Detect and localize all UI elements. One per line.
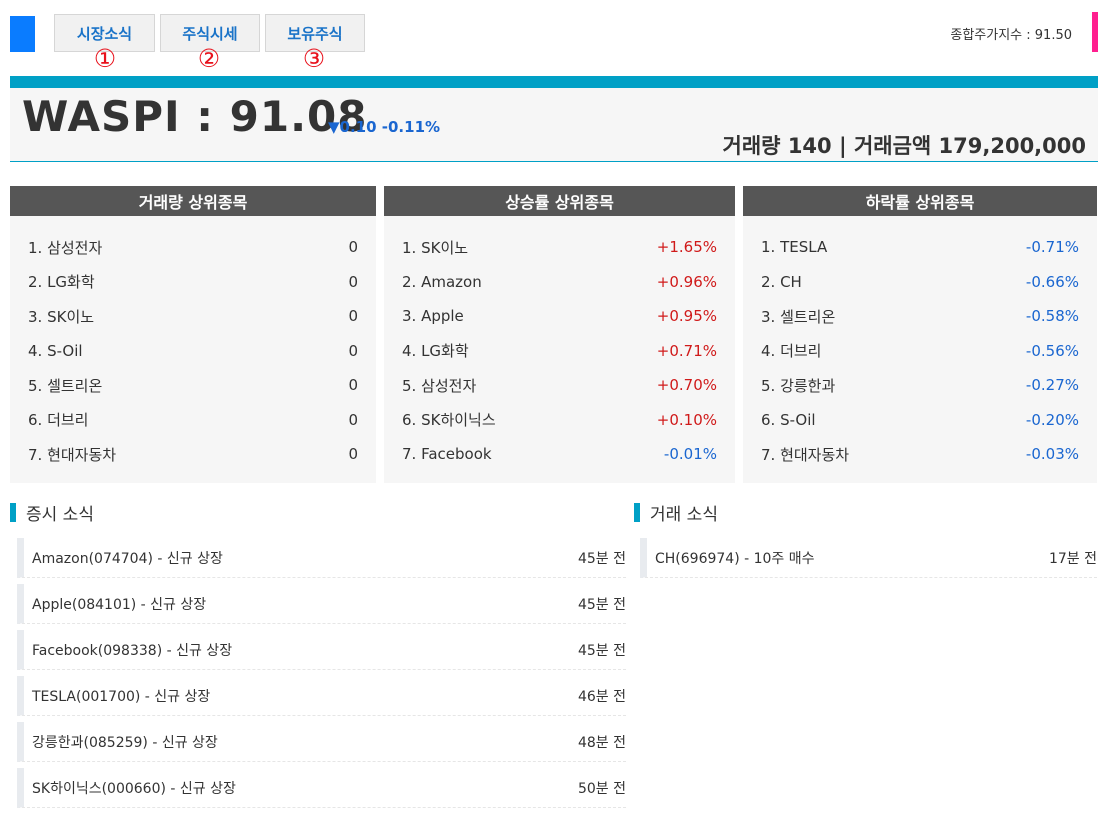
waspi-change: ▼0.10 -0.11% <box>328 118 441 136</box>
list-item[interactable]: 7. Facebook -0.01% <box>402 437 717 472</box>
tab-number-1: ① <box>93 44 117 73</box>
waspi-value: WASPI : 91.08 <box>22 92 368 141</box>
section-mark <box>634 503 640 522</box>
list-item[interactable]: 1. TESLA -0.71% <box>761 230 1079 265</box>
list-item[interactable]: 2. LG화학 0 <box>28 265 358 300</box>
list-item[interactable]: Facebook(098338) - 신규 상장 45분 전 <box>17 630 626 670</box>
list-item[interactable]: 7. 현대자동차 0 <box>28 437 358 472</box>
list-item[interactable]: 4. LG화학 +0.71% <box>402 334 717 369</box>
list-item[interactable]: 6. 더브리 0 <box>28 403 358 438</box>
composite-index: 종합주가지수 : 91.50 <box>950 28 1072 43</box>
list-item[interactable]: 4. S-Oil 0 <box>28 334 358 369</box>
list-item[interactable]: 5. 강릉한과 -0.27% <box>761 368 1079 403</box>
tab-number-3: ③ <box>302 44 326 73</box>
list-item[interactable]: Apple(084101) - 신규 상장 45분 전 <box>17 584 626 624</box>
list-item[interactable]: Amazon(074704) - 신규 상장 45분 전 <box>17 538 626 578</box>
market-news-title: 증시 소식 <box>10 500 94 525</box>
list-item[interactable]: 4. 더브리 -0.56% <box>761 334 1079 369</box>
trade-news-list: CH(696974) - 10주 매수 17분 전 <box>640 538 1097 584</box>
index-summary: WASPI : 91.08 ▼0.10 -0.11% 거래량 140 | 거래금… <box>10 88 1098 162</box>
list-item[interactable]: 1. 삼성전자 0 <box>28 230 358 265</box>
list-item[interactable]: 6. S-Oil -0.20% <box>761 403 1079 438</box>
list-item[interactable]: SK하이닉스(000660) - 신규 상장 50분 전 <box>17 768 626 808</box>
list-item[interactable]: CH(696974) - 10주 매수 17분 전 <box>640 538 1097 578</box>
divider-bar <box>10 76 1098 88</box>
list-item[interactable]: 3. SK이노 0 <box>28 299 358 334</box>
tab-label: 시장소식 <box>76 24 133 43</box>
list-item[interactable]: TESLA(001700) - 신규 상장 46분 전 <box>17 676 626 716</box>
list-item[interactable]: 5. 셀트리온 0 <box>28 368 358 403</box>
fall-top-panel: 하락률 상위종목 1. TESLA -0.71% 2. CH -0.66% 3. 셀… <box>743 186 1097 483</box>
tab-number-2: ② <box>197 44 221 73</box>
tab-label: 보유주식 <box>287 24 343 43</box>
volume-amount: 거래량 140 | 거래금액 179,200,000 <box>722 134 1086 158</box>
list-item[interactable]: 2. CH -0.66% <box>761 265 1079 300</box>
volume-top-panel: 거래량 상위종목 1. 삼성전자 0 2. LG화학 0 3. SK이노 0 4. S… <box>10 186 376 483</box>
brand-block <box>10 16 35 52</box>
list-item[interactable]: 3. Apple +0.95% <box>402 299 717 334</box>
list-item[interactable]: 3. 셀트리온 -0.58% <box>761 299 1079 334</box>
section-mark <box>10 503 16 522</box>
list-item[interactable]: 5. 삼성전자 +0.70% <box>402 368 717 403</box>
rise-top-panel: 상승률 상위종목 1. SK이노 +1.65% 2. Amazon +0.96% 3… <box>384 186 735 483</box>
list-item[interactable]: 1. SK이노 +1.65% <box>402 230 717 265</box>
list-item[interactable]: 6. SK하이닉스 +0.10% <box>402 403 717 438</box>
list-item[interactable]: 2. Amazon +0.96% <box>402 265 717 300</box>
trade-news-title: 거래 소식 <box>634 500 718 525</box>
panel-title: 거래량 상위종목 <box>10 186 376 216</box>
panel-title: 하락률 상위종목 <box>743 186 1097 216</box>
tab-label: 주식시세 <box>182 24 238 43</box>
market-news-list: Amazon(074704) - 신규 상장 45분 전 Apple(084101… <box>17 538 626 814</box>
list-item[interactable]: 강릉한과(085259) - 신규 상장 48분 전 <box>17 722 626 762</box>
accent-bar <box>1092 12 1098 52</box>
panel-title: 상승률 상위종목 <box>384 186 735 216</box>
list-item[interactable]: 7. 현대자동차 -0.03% <box>761 437 1079 472</box>
